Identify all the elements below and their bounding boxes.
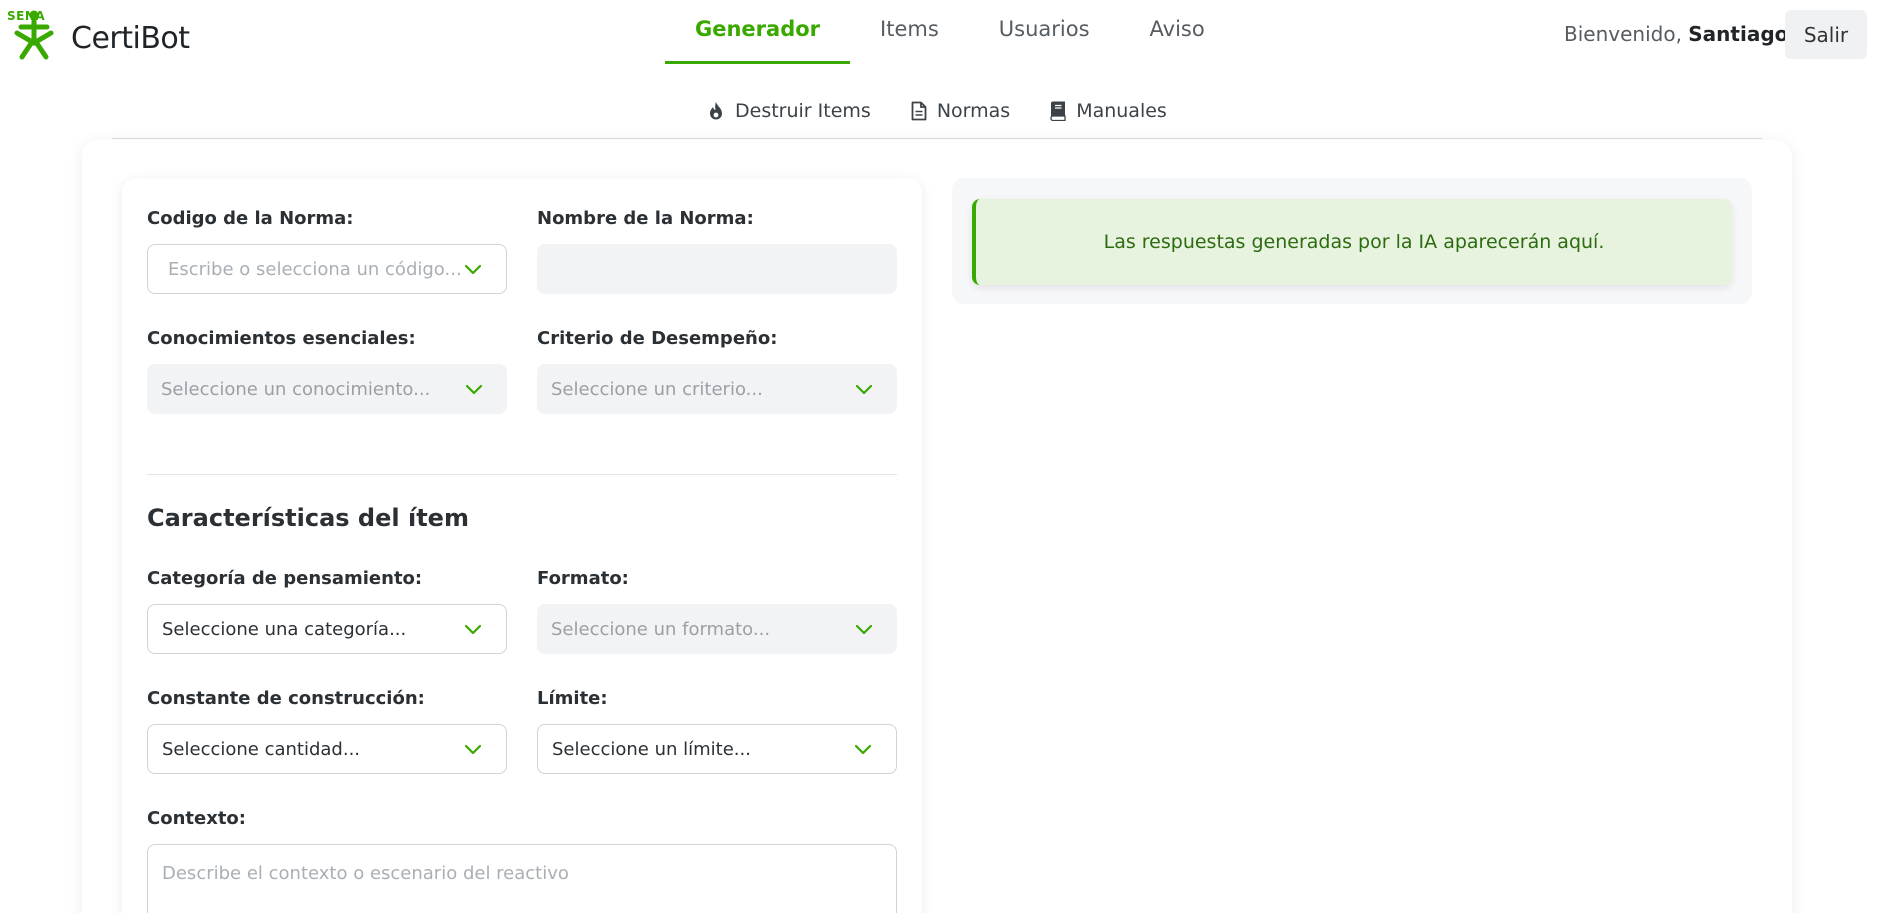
fire-icon <box>710 102 722 120</box>
norma-name-field <box>537 244 897 294</box>
categoria-label: Categoría de pensamiento: <box>147 568 423 589</box>
chevron-down-icon <box>464 744 482 754</box>
sub-nav: Destruir Items Normas Manuales <box>707 100 1167 122</box>
limite-value: Seleccione un límite... <box>552 738 751 760</box>
conocimientos-placeholder: Seleccione un conocimiento... <box>161 378 431 400</box>
welcome-text: Bienvenido, Santiago <box>1564 22 1788 46</box>
categoria-value: Seleccione una categoría... <box>162 618 407 640</box>
ai-response-placeholder: Las respuestas generadas por la IA apare… <box>972 199 1732 285</box>
welcome-greeting: Bienvenido, <box>1564 22 1682 46</box>
subnav-destruir-items[interactable]: Destruir Items <box>707 100 871 122</box>
subnav-normas[interactable]: Normas <box>911 100 1010 122</box>
formato-select[interactable]: Seleccione un formato... <box>537 604 897 654</box>
brand-logo[interactable]: SENA CertiBot <box>7 9 190 63</box>
chevron-down-icon <box>464 624 482 634</box>
subnav-label: Destruir Items <box>735 100 871 122</box>
book-icon <box>1050 101 1066 121</box>
norma-name-label: Nombre de la Norma: <box>537 208 754 229</box>
subnav-label: Normas <box>936 100 1011 122</box>
constante-value: Seleccione cantidad... <box>162 738 361 760</box>
contexto-textarea[interactable]: Describe el contexto o escenario del rea… <box>147 844 897 913</box>
chevron-down-icon <box>854 744 872 754</box>
tab-aviso[interactable]: Aviso <box>1120 0 1235 64</box>
main-nav: Generador Items Usuarios Aviso <box>665 0 1235 64</box>
norma-code-combobox[interactable]: Escribe o selecciona un código... <box>147 244 507 294</box>
tab-usuarios[interactable]: Usuarios <box>969 0 1120 64</box>
subnav-divider <box>112 138 1762 139</box>
section-divider <box>147 474 897 475</box>
conocimientos-label: Conocimientos esenciales: <box>147 328 416 349</box>
contexto-label: Contexto: <box>147 808 246 829</box>
subnav-manuales[interactable]: Manuales <box>1050 100 1167 122</box>
contexto-placeholder: Describe el contexto o escenario del rea… <box>162 863 569 884</box>
tab-items[interactable]: Items <box>850 0 969 64</box>
limite-label: Límite: <box>537 688 608 709</box>
limite-select[interactable]: Seleccione un límite... <box>537 724 897 774</box>
criterio-label: Criterio de Desempeño: <box>537 328 778 349</box>
tab-generador[interactable]: Generador <box>665 0 851 64</box>
constante-label: Constante de construcción: <box>147 688 425 709</box>
user-name: Santiago <box>1688 22 1789 46</box>
norma-code-placeholder: Escribe o selecciona un código... <box>168 258 462 280</box>
criterio-placeholder: Seleccione un criterio... <box>551 378 763 400</box>
categoria-select[interactable]: Seleccione una categoría... <box>147 604 507 654</box>
section-title: Características del ítem <box>147 504 469 532</box>
sena-logo-icon: SENA <box>7 9 63 63</box>
logout-button[interactable]: Salir <box>1785 10 1867 59</box>
chevron-down-icon <box>464 264 482 274</box>
document-icon <box>911 101 927 121</box>
formato-placeholder: Seleccione un formato... <box>551 618 771 640</box>
criterio-select[interactable]: Seleccione un criterio... <box>537 364 897 414</box>
app-name: CertiBot <box>71 20 190 56</box>
subnav-label: Manuales <box>1076 100 1167 122</box>
chevron-down-icon <box>855 384 873 394</box>
formato-label: Formato: <box>537 568 629 589</box>
chevron-down-icon <box>465 384 483 394</box>
constante-select[interactable]: Seleccione cantidad... <box>147 724 507 774</box>
conocimientos-select[interactable]: Seleccione un conocimiento... <box>147 364 507 414</box>
chevron-down-icon <box>855 624 873 634</box>
norma-code-label: Codigo de la Norma: <box>147 208 354 229</box>
